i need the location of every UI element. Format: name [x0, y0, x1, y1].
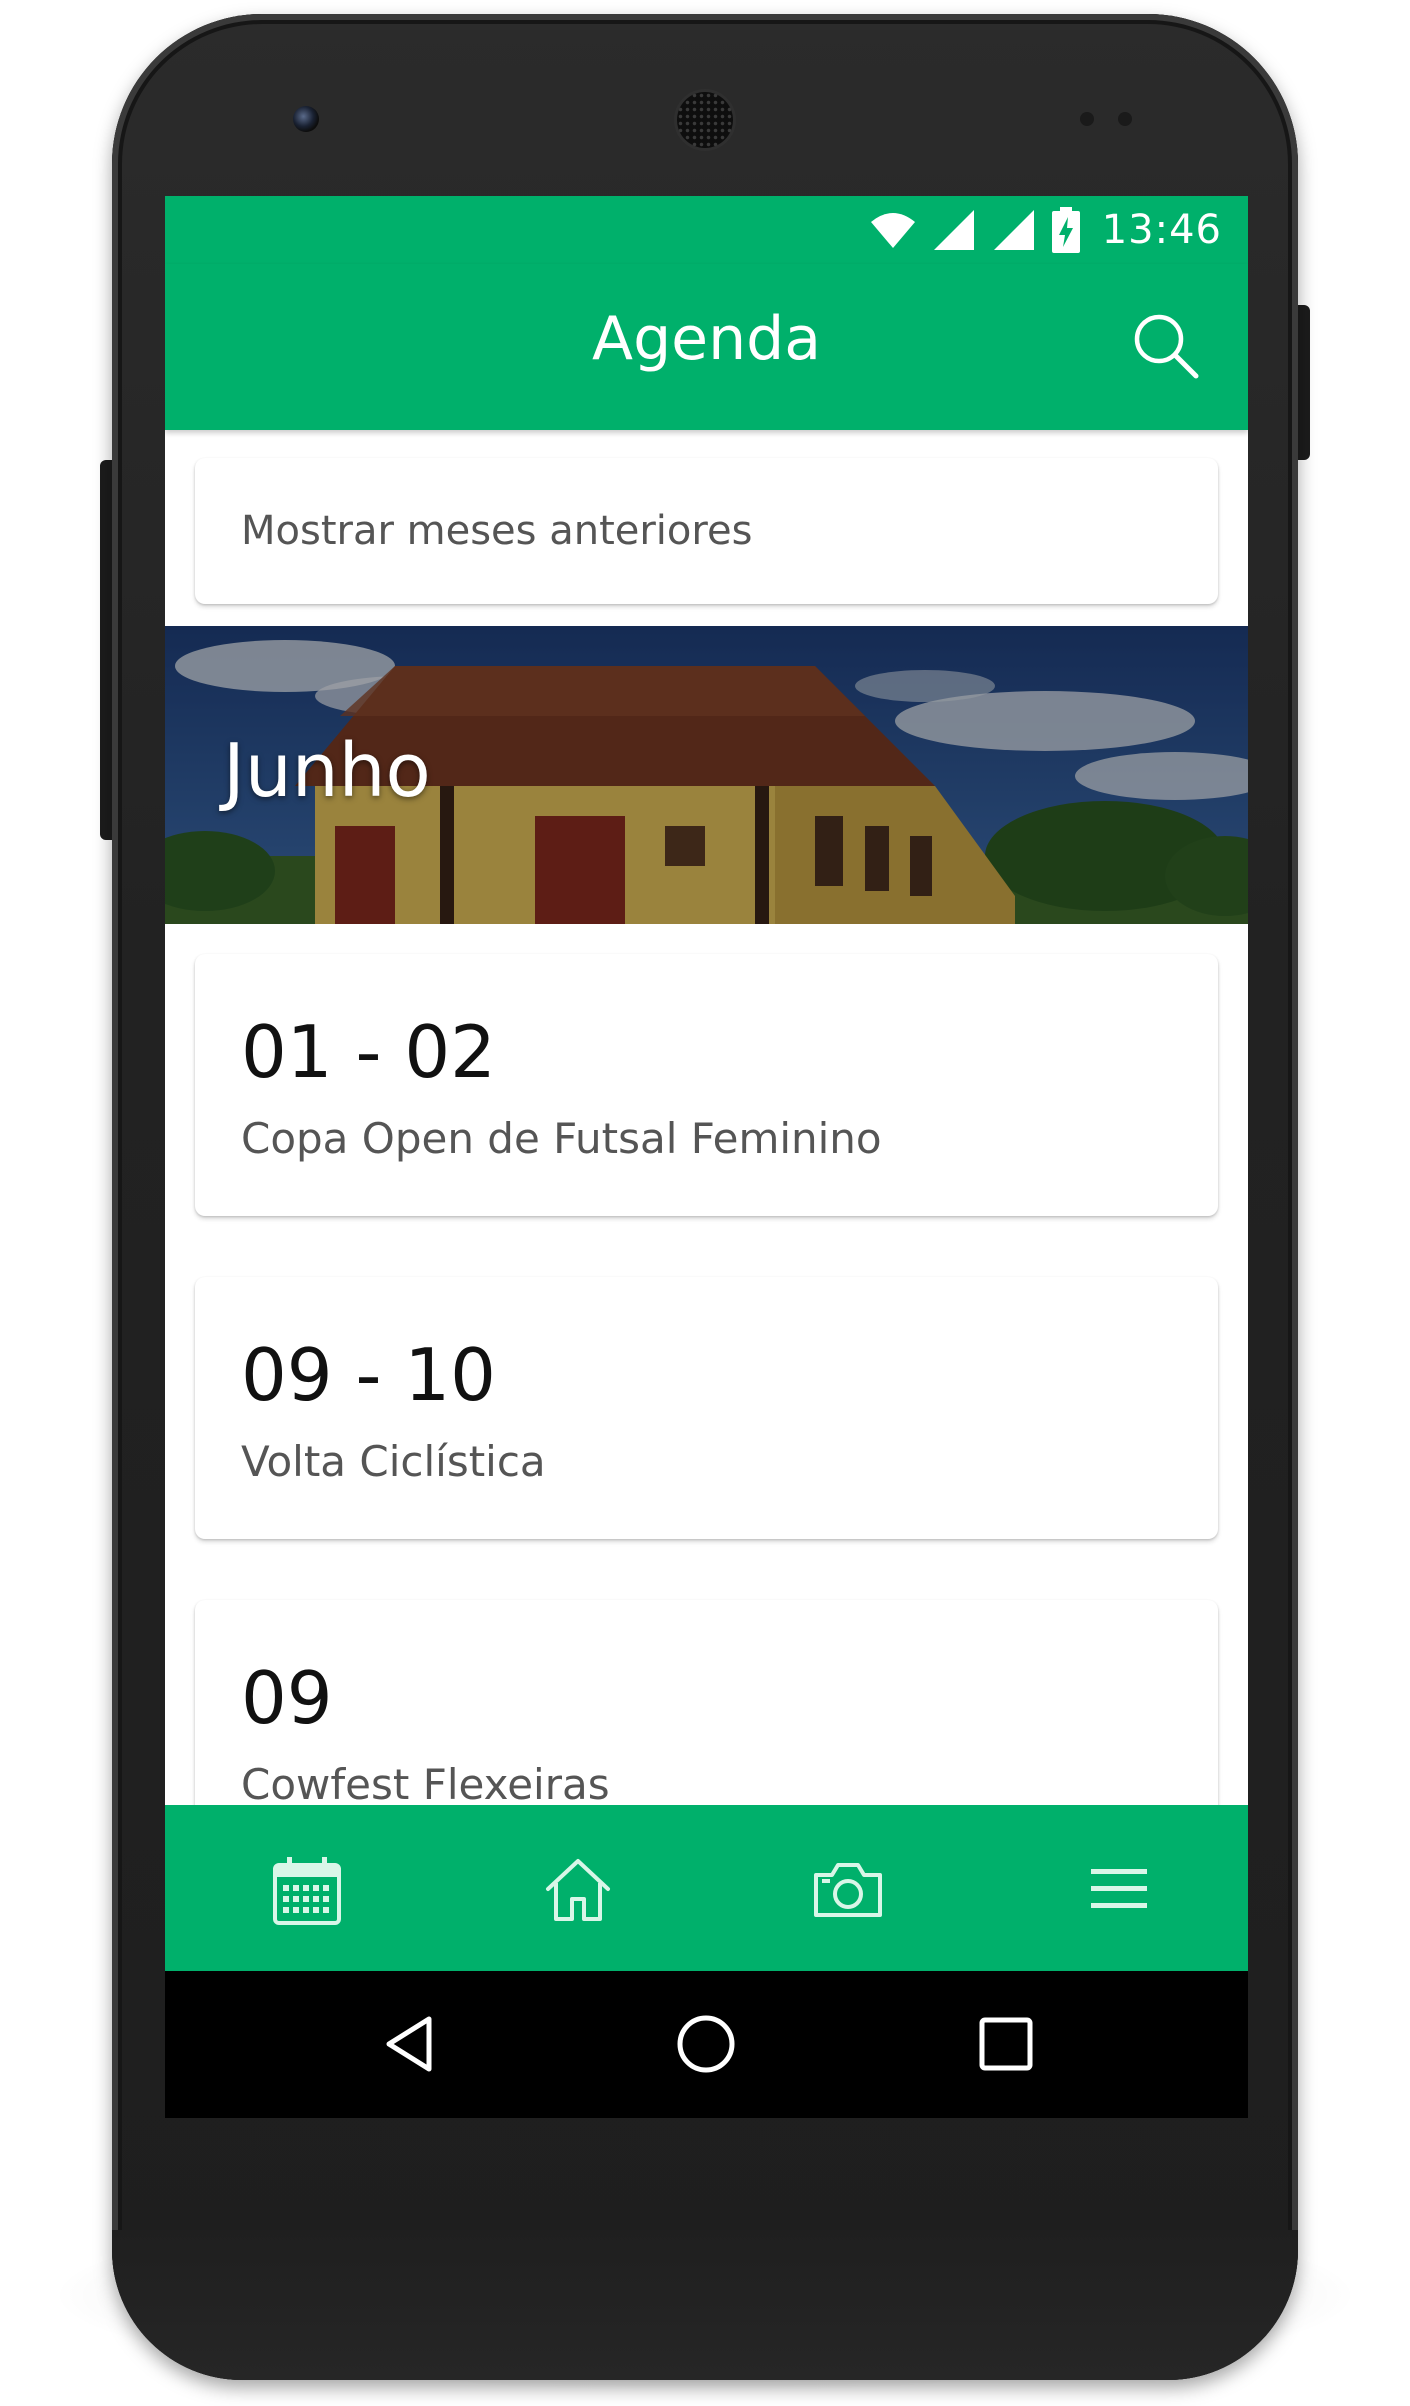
agenda-list[interactable]: Mostrar meses anteriores Junho 01 - 02 C…	[165, 430, 1248, 1971]
event-card[interactable]: 01 - 02 Copa Open de Futsal Feminino	[195, 954, 1218, 1216]
event-date: 01 - 02	[241, 1010, 496, 1094]
home-circle-icon[interactable]	[673, 2011, 739, 2077]
month-label: Junho	[223, 728, 431, 814]
event-date: 09 - 10	[241, 1333, 496, 1417]
battery-charging-icon	[1051, 207, 1080, 253]
earpiece-speaker	[677, 92, 733, 148]
phone-chin	[112, 2230, 1298, 2380]
proximity-sensor	[1080, 112, 1094, 126]
event-name: Cowfest Flexeiras	[241, 1760, 610, 1809]
event-date: 09	[241, 1656, 333, 1740]
calendar-icon[interactable]	[267, 1849, 347, 1929]
home-icon[interactable]	[538, 1849, 618, 1929]
bottom-navigation	[165, 1805, 1248, 1971]
agenda-app: 13:46 Agenda Mostrar meses anteriores Ju…	[165, 196, 1248, 1971]
signal-icon	[933, 210, 974, 250]
event-card[interactable]: 09 - 10 Volta Ciclística	[195, 1277, 1218, 1539]
front-camera	[293, 106, 319, 132]
status-time: 13:46	[1101, 207, 1222, 253]
signal-icon	[993, 210, 1034, 250]
month-header-banner: Junho	[165, 626, 1248, 924]
event-name: Copa Open de Futsal Feminino	[241, 1114, 882, 1163]
camera-icon[interactable]	[808, 1849, 888, 1929]
status-bar: 13:46	[165, 196, 1248, 264]
wifi-icon	[870, 213, 915, 248]
show-previous-months-button[interactable]: Mostrar meses anteriores	[195, 458, 1218, 604]
event-name: Volta Ciclística	[241, 1437, 546, 1486]
system-navigation-bar	[165, 1971, 1248, 2118]
menu-icon[interactable]	[1079, 1849, 1159, 1929]
show-previous-months-label: Mostrar meses anteriores	[241, 508, 753, 554]
phone-screen: 13:46 Agenda Mostrar meses anteriores Ju…	[165, 196, 1248, 2118]
app-bar: Agenda	[165, 264, 1248, 430]
search-icon[interactable]	[1130, 310, 1202, 382]
light-sensor	[1118, 112, 1132, 126]
recents-icon[interactable]	[973, 2011, 1039, 2077]
status-icons: 13:46	[870, 204, 1222, 256]
page-title: Agenda	[592, 304, 821, 374]
back-icon[interactable]	[377, 2011, 443, 2077]
